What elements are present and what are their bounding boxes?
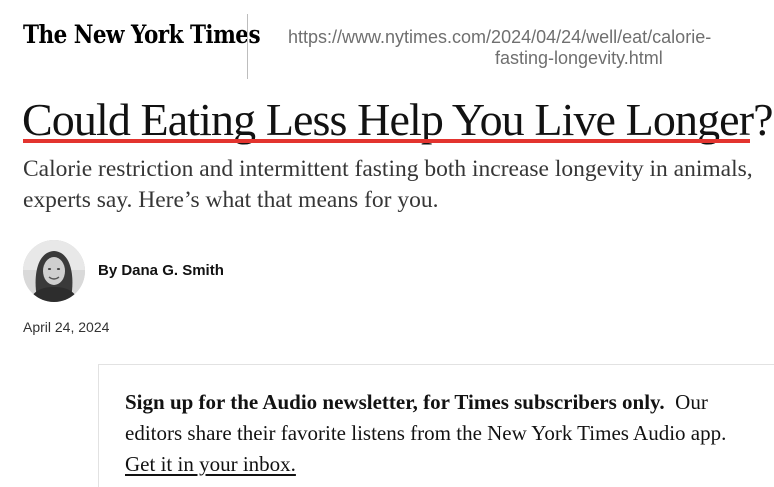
newsletter-promo: Sign up for the Audio newsletter, for Ti… bbox=[98, 364, 774, 487]
article-summary: Calorie restriction and intermittent fas… bbox=[23, 154, 774, 216]
newsletter-row-1: Sign up for the Audio newsletter, for Ti… bbox=[125, 387, 774, 418]
newsletter-text: Sign up for the Audio newsletter, for Ti… bbox=[125, 387, 774, 480]
publish-date: April 24, 2024 bbox=[23, 319, 110, 335]
header-divider bbox=[247, 14, 248, 79]
summary-line-1: Calorie restriction and intermittent fas… bbox=[23, 156, 753, 182]
newsletter-body-2: editors share their favorite listens fro… bbox=[125, 421, 727, 445]
author-avatar[interactable] bbox=[23, 240, 85, 302]
newsletter-signup-link[interactable]: Get it in your inbox. bbox=[125, 452, 296, 476]
headline-highlight-underline bbox=[23, 139, 750, 143]
article-url: https://www.nytimes.com/2024/04/24/well/… bbox=[288, 27, 774, 69]
url-line-2: fasting-longevity.html bbox=[495, 48, 663, 68]
newsletter-body-1: Our bbox=[675, 390, 708, 414]
author-byline[interactable]: By Dana G. Smith bbox=[98, 262, 224, 279]
nyt-logo[interactable]: The New York Times bbox=[23, 20, 261, 49]
url-line-1: https://www.nytimes.com/2024/04/24/well/… bbox=[288, 27, 712, 47]
page-header: The New York Times https://www.nytimes.c… bbox=[0, 0, 774, 80]
author-photo bbox=[23, 240, 85, 302]
summary-line-2: experts say. Here’s what that means for … bbox=[23, 187, 439, 213]
newsletter-title: Sign up for the Audio newsletter, for Ti… bbox=[125, 390, 665, 414]
